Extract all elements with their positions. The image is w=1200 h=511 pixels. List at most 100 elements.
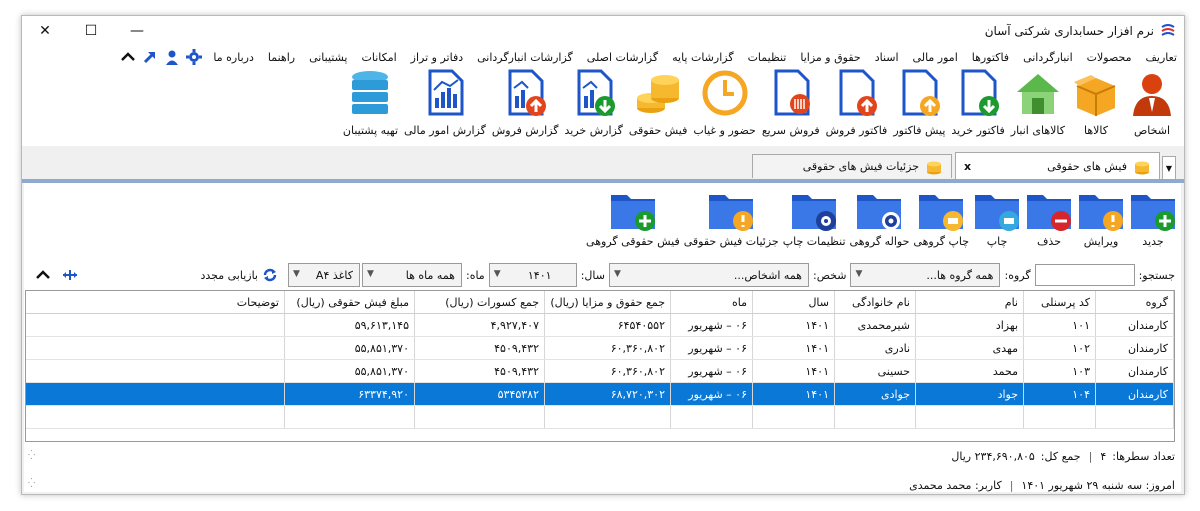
arrow-up-right-icon[interactable]	[142, 49, 158, 65]
user-icon[interactable]	[164, 49, 180, 65]
paper-size-select[interactable]: کاغذ A۴ ▼	[287, 263, 360, 287]
chevron-up-icon[interactable]	[36, 268, 50, 282]
menu-item-definitions[interactable]: تعاریف	[1139, 51, 1184, 64]
folder-print-settings-icon	[792, 195, 837, 231]
ribbon-quick-sale-button[interactable]: فروش سریع	[762, 68, 820, 137]
table-cell: مهدی	[915, 336, 1024, 360]
chevron-up-icon[interactable]	[120, 49, 136, 65]
coins-icon	[1135, 161, 1149, 174]
column-header[interactable]: توضیحات	[26, 291, 285, 314]
maximize-button[interactable]: ☐	[68, 16, 114, 46]
menu-item-features[interactable]: امکانات	[355, 51, 404, 64]
folder-edit-icon	[1079, 195, 1123, 231]
table-cell: ۱۰۲	[1023, 336, 1096, 360]
ribbon-goods-button[interactable]: کالاها	[1071, 68, 1121, 137]
table-row[interactable]: کارمندان ۱۰۳ محمد حسینی ۱۴۰۱ ۰۶ – شهریور ۶۰,۳۶…	[26, 359, 1174, 383]
table-cell: ۰۶ – شهریور	[670, 382, 753, 406]
coins-icon	[927, 161, 941, 174]
group-print-button[interactable]: چاپ گروهی	[913, 183, 969, 248]
menu-item-ledgers[interactable]: دفاتر و تراز	[404, 51, 470, 64]
column-header[interactable]: جمع کسورات (ریال)	[414, 291, 545, 314]
chevron-down-icon: ▼	[493, 269, 501, 279]
menu-item-settings[interactable]: تنظیمات	[741, 51, 794, 64]
person-icon	[1133, 74, 1171, 116]
tab-close-button[interactable]: x	[964, 160, 971, 173]
column-header[interactable]: گروه	[1095, 291, 1174, 314]
gear-icon[interactable]	[186, 49, 203, 65]
ribbon-purchase-invoice-button[interactable]: فاکتور خرید	[951, 68, 1005, 137]
group-select[interactable]: همه گروه ها... ▼	[850, 263, 1001, 287]
menu-bar: تعاریف محصولات انبارگردانی فاکتورها امور…	[22, 46, 1184, 68]
menu-item-inventory[interactable]: انبارگردانی	[1016, 51, 1080, 64]
table-cell: ۵۵,۸۵۱,۳۷۰	[284, 359, 415, 383]
menu-item-invoices[interactable]: فاکتورها	[965, 51, 1016, 64]
payslip-details-button[interactable]: جزئیات فیش حقوقی	[684, 183, 779, 248]
table-cell: ۱۰۴	[1023, 382, 1096, 406]
table-cell: ۶۰,۳۶۰,۸۰۲	[544, 359, 671, 383]
menu-item-basic-reports[interactable]: گزارشات پایه	[665, 51, 740, 64]
ribbon-warehouse-button[interactable]: کالاهای انبار	[1011, 68, 1065, 137]
column-header[interactable]: کد پرسنلی	[1023, 291, 1096, 314]
table-row[interactable]: کارمندان ۱۰۱ بهزاد شیرمحمدی ۱۴۰۱ ۰۶ – شهریور ۶…	[26, 313, 1174, 337]
ribbon-sales-report-button[interactable]: گزارش فروش	[492, 68, 559, 137]
summary-bar: تعداد سطرها: ۴ | جمع کل: ۲۳۴,۶۹۰,۸۰۵ ریا…	[951, 449, 1175, 463]
table-cell: جوادی	[834, 382, 916, 406]
table-row[interactable]: کارمندان ۱۰۲ مهدی نادری ۱۴۰۱ ۰۶ – شهریور ۶۰,۳۶…	[26, 336, 1174, 360]
menu-item-documents[interactable]: اسناد	[868, 51, 906, 64]
person-select[interactable]: همه اشخاص... ▼	[608, 263, 809, 287]
column-header[interactable]: جمع حقوق و مزایا (ریال)	[544, 291, 671, 314]
menu-item-help[interactable]: راهنما	[261, 51, 302, 64]
ribbon-sales-invoice-button[interactable]: فاکتور فروش	[826, 68, 887, 137]
menu-item-main-reports[interactable]: گزارشات اصلی	[580, 51, 665, 64]
folder-add-icon	[1131, 195, 1175, 231]
menu-item-payroll[interactable]: حقوق و مزایا	[793, 51, 867, 64]
table-row[interactable]: کارمندان ۱۰۴ جواد جوادی ۱۴۰۱ ۰۶ – شهریور ۶۸,۷۲…	[26, 382, 1174, 406]
table-cell: ۵۹,۶۱۳,۱۴۵	[284, 313, 415, 337]
new-button[interactable]: جدید	[1129, 183, 1177, 248]
reload-button[interactable]: بازیابی مجدد	[200, 267, 278, 283]
group-payslip-button[interactable]: فیش حقوقی گروهی	[586, 183, 680, 248]
ribbon-purchase-report-button[interactable]: گزارش خرید	[565, 68, 623, 137]
ribbon-backup-button[interactable]: تهیه پشتیبان	[343, 68, 398, 137]
ribbon-proforma-button[interactable]: پیش فاکتور	[893, 68, 945, 137]
table-cell	[1023, 405, 1096, 429]
group-transfer-button[interactable]: حواله گروهی	[850, 183, 909, 248]
tab-payslip-details[interactable]: جزئیات فیش های حقوقی	[752, 154, 952, 178]
column-header[interactable]: نام	[915, 291, 1024, 314]
month-select[interactable]: همه ماه ها ▼	[361, 263, 462, 287]
ribbon-finance-report-button[interactable]: گزارش امور مالی	[404, 68, 486, 137]
total-label: جمع کل:	[1040, 449, 1081, 463]
column-header[interactable]: ماه	[670, 291, 753, 314]
search-input[interactable]	[1034, 264, 1135, 286]
resize-grip-icon: ⁛	[28, 479, 36, 489]
folder-gear-icon	[857, 195, 902, 230]
menu-item-support[interactable]: پشتیبانی	[302, 51, 354, 64]
month-label: ماه:	[465, 268, 485, 282]
tab-payslips[interactable]: فیش های حقوقی x	[955, 152, 1160, 180]
table-cell: ۶۸,۷۲۰,۳۰۲	[544, 382, 671, 406]
menu-item-finance[interactable]: امور مالی	[906, 51, 965, 64]
column-header[interactable]: مبلغ فیش حقوقی (ریال)	[284, 291, 415, 314]
tab-list-dropdown[interactable]: ▼	[1162, 156, 1176, 180]
menu-item-inventory-reports[interactable]: گزارشات انبارگردانی	[470, 51, 580, 64]
column-header[interactable]: نام خانوادگی	[834, 291, 916, 314]
close-button[interactable]: ✕	[22, 16, 68, 46]
minimize-button[interactable]: —	[114, 16, 160, 46]
tab-label: فیش های حقوقی	[1047, 160, 1127, 173]
menu-item-about[interactable]: درباره ما	[206, 51, 260, 64]
edit-button[interactable]: ویرایش	[1077, 183, 1125, 248]
ribbon-payslip-button[interactable]: فیش حقوقی	[629, 68, 687, 137]
column-header[interactable]: سال	[752, 291, 835, 314]
resize-arrows-icon[interactable]	[62, 267, 78, 283]
ribbon-attendance-button[interactable]: حضور و غیاب	[693, 68, 756, 137]
ribbon-persons-button[interactable]: اشخاص	[1127, 68, 1177, 137]
delete-button[interactable]: حذف	[1025, 183, 1073, 248]
menu-item-products[interactable]: محصولات	[1080, 51, 1139, 64]
resize-grip-icon: ⁛	[28, 451, 36, 461]
quick-sale-icon	[774, 69, 810, 116]
table-cell	[26, 336, 285, 360]
table-cell: ۰۶ – شهریور	[670, 336, 753, 360]
print-settings-button[interactable]: تنظیمات چاپ	[783, 183, 846, 248]
print-button[interactable]: چاپ	[973, 183, 1021, 248]
year-select[interactable]: ۱۴۰۱ ▼	[488, 263, 577, 287]
